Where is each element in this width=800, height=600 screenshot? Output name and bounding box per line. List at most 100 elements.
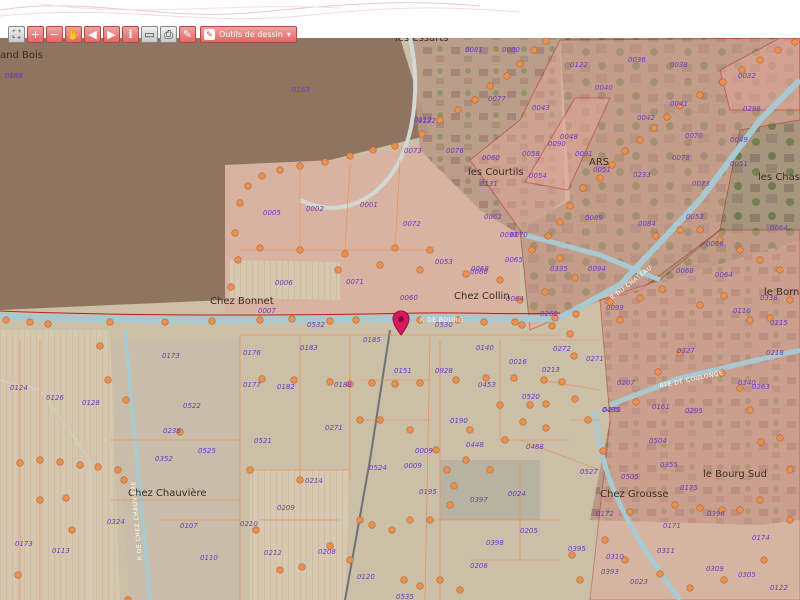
survey-point: [36, 496, 44, 504]
survey-point: [416, 266, 424, 274]
parcel-label: 0185: [363, 336, 381, 344]
parcel-label: 0064: [715, 271, 733, 279]
survey-point: [356, 416, 364, 424]
parcel-label: 0009: [415, 447, 433, 455]
parcel-label: 0296: [743, 105, 761, 113]
survey-point: [544, 232, 552, 240]
survey-point: [276, 166, 284, 174]
parcel-label: 0161: [652, 403, 670, 411]
zoom-out-button[interactable]: −: [46, 26, 63, 43]
survey-point: [227, 283, 235, 291]
parcel-label: 0535: [396, 593, 414, 600]
pan-button[interactable]: ✋: [65, 26, 82, 43]
parcel-label: 0052: [686, 213, 704, 221]
survey-point: [584, 416, 592, 424]
parcel-label: 0210: [240, 520, 258, 528]
parcel-label: 0305: [738, 571, 756, 579]
survey-point: [516, 60, 524, 68]
survey-point: [566, 330, 574, 338]
survey-point: [456, 586, 464, 594]
survey-point: [321, 158, 329, 166]
zoom-in-button[interactable]: +: [27, 26, 44, 43]
survey-point: [471, 96, 479, 104]
parcel-label: 0352: [155, 455, 173, 463]
parcel-label: 0335: [550, 265, 568, 273]
parcel-label: 0172: [596, 510, 614, 518]
parcel-label: 0311: [657, 547, 675, 555]
survey-point: [334, 266, 342, 274]
survey-point: [626, 508, 634, 516]
parcel-label: 0504: [649, 437, 667, 445]
previous-view-button[interactable]: ◀: [84, 26, 101, 43]
survey-point: [542, 424, 550, 432]
next-view-button[interactable]: ▶: [103, 26, 120, 43]
survey-point: [528, 246, 536, 254]
zoom-extent-button[interactable]: ⛶: [8, 26, 25, 43]
plus-icon: +: [30, 28, 41, 41]
survey-point: [462, 270, 470, 278]
survey-point: [786, 466, 794, 474]
survey-point: [391, 380, 399, 388]
place-chez-collin: Chez Collin: [454, 291, 510, 302]
print-button[interactable]: ⎙: [160, 26, 177, 43]
map-pin-icon[interactable]: [392, 310, 410, 336]
parcel-label: 0099: [606, 304, 624, 312]
drawing-tools-dropdown[interactable]: ✎ Outils de dessin ▾: [200, 26, 297, 43]
parcel-label: 0115: [770, 319, 788, 327]
survey-point: [696, 301, 704, 309]
clear-button[interactable]: ✎: [179, 26, 196, 43]
survey-point: [120, 476, 128, 484]
survey-point: [208, 317, 216, 325]
parcel-label: 0001: [360, 201, 378, 209]
parcel-label: 0068: [676, 267, 694, 275]
parcel-label: 0124: [10, 384, 28, 392]
parcel-label: 0212: [264, 549, 282, 557]
survey-point: [756, 256, 764, 264]
parcel-label: 0263: [752, 383, 770, 391]
hand-icon: ✋: [66, 28, 81, 41]
survey-point: [519, 418, 527, 426]
survey-point: [276, 566, 284, 574]
survey-point: [406, 516, 414, 524]
survey-point: [400, 576, 408, 584]
parcel-label: 0043: [532, 104, 550, 112]
parcel-label: 0060: [482, 154, 500, 162]
ruler-icon: ▭: [144, 28, 155, 41]
parcel-label: 0024: [508, 490, 526, 498]
survey-point: [530, 46, 538, 54]
parcel-label: 0002: [306, 205, 324, 213]
parcel-label: 0453: [478, 381, 496, 389]
parcel-label: 0928: [435, 367, 453, 375]
survey-point: [518, 321, 526, 329]
survey-point: [406, 426, 414, 434]
place-grand-bois: and Bois: [0, 50, 43, 61]
survey-point: [256, 244, 264, 252]
parcel-label: 0327: [677, 347, 695, 355]
parcel-label: 0520: [522, 393, 540, 401]
survey-point: [542, 400, 550, 408]
survey-point: [616, 316, 624, 324]
field-south: [250, 470, 350, 600]
parcel-label: 0140: [476, 344, 494, 352]
drawing-tools-label: Outils de dessin: [219, 30, 283, 39]
parcel-label: 0006: [275, 279, 293, 287]
info-button[interactable]: ℹ: [122, 26, 139, 43]
parcel-label: 0062: [484, 213, 502, 221]
parcel-label: 0171: [663, 522, 681, 530]
parcel-label: 0071: [346, 278, 364, 286]
survey-point: [719, 78, 727, 86]
parcel-label: 0023: [630, 578, 648, 586]
parcel-label: 0042: [637, 114, 655, 122]
parcel-label: 0093: [500, 231, 518, 239]
measure-button[interactable]: ▭: [141, 26, 158, 43]
parcel-label: 0525: [198, 447, 216, 455]
parcel-label: 0073: [404, 147, 422, 155]
survey-point: [658, 285, 666, 293]
survey-point: [570, 352, 578, 360]
cadastral-map[interactable]: 018401630081 0080012200360038003200770043…: [0, 0, 800, 600]
survey-point: [231, 229, 239, 237]
pencil-icon: ✎: [204, 29, 215, 40]
parcel-label: 0122: [570, 61, 588, 69]
parcel-label: 0177: [243, 381, 261, 389]
parcel-label: 0078: [672, 154, 690, 162]
